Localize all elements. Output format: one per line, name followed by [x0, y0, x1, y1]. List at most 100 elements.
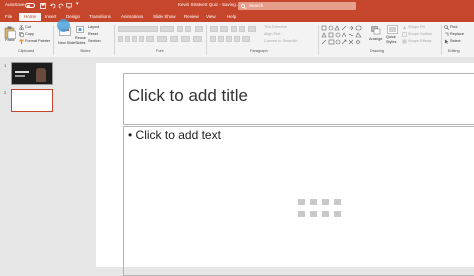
tab-design[interactable]: Design — [66, 14, 80, 19]
font-name-dropdown[interactable] — [118, 26, 158, 32]
autosave-toggle[interactable] — [25, 3, 35, 8]
new-slide-button[interactable]: New Slide — [58, 41, 75, 45]
shape-outline-button[interactable]: Shape Outline — [408, 32, 432, 36]
bold-icon[interactable] — [118, 36, 123, 42]
present-icon[interactable] — [66, 3, 72, 9]
format-painter-button[interactable]: Format Painter — [25, 39, 50, 43]
slide-thumbnail-1[interactable] — [11, 62, 53, 85]
shadow-icon[interactable] — [139, 36, 144, 42]
insert-3d-model-icon — [334, 199, 341, 205]
tab-home[interactable]: Home — [19, 13, 42, 21]
underline-icon[interactable] — [132, 36, 137, 42]
layout-button[interactable]: Layout — [88, 25, 99, 29]
cut-button[interactable]: Cut — [25, 25, 31, 29]
tab-slide-show[interactable]: Slide Show — [153, 14, 176, 19]
slide-thumbnails-pane: 1 2 — [0, 57, 92, 267]
slides-group-label: Slides — [80, 49, 91, 53]
title-placeholder[interactable]: Click to add title — [123, 73, 474, 125]
search-box[interactable]: Search — [238, 2, 356, 10]
align-center-icon[interactable] — [218, 36, 224, 42]
select-button[interactable]: Select — [450, 39, 461, 43]
paste-button[interactable]: Paste — [5, 38, 15, 42]
shape-effects-button[interactable]: Shape Effects — [408, 39, 432, 43]
bullets-icon[interactable] — [210, 26, 218, 32]
tab-animations[interactable]: Animations — [121, 14, 143, 19]
search-placeholder: Search — [249, 3, 264, 8]
arrange-button[interactable]: Arrange — [369, 37, 383, 41]
replace-button[interactable]: Replace — [450, 32, 464, 36]
line-spacing-icon[interactable] — [248, 26, 256, 32]
section-button[interactable]: Section — [88, 39, 101, 43]
find-button[interactable]: Find — [450, 25, 457, 29]
title-bar: AutoSave ▾ Kevin Stratvert Quiz - Saving… — [0, 0, 474, 12]
insert-icons-icon — [334, 211, 341, 217]
align-left-icon[interactable] — [210, 36, 216, 42]
tab-transitions[interactable]: Transitions — [89, 14, 111, 19]
tab-review[interactable]: Review — [184, 14, 199, 19]
qat-more-icon[interactable]: ▾ — [76, 1, 79, 7]
tab-insert[interactable]: Insert — [45, 14, 56, 19]
undo-icon[interactable] — [50, 3, 56, 9]
shape-effects-icon — [402, 39, 407, 44]
italic-icon[interactable] — [125, 36, 130, 42]
insert-smartart-icon — [322, 199, 329, 205]
font-group-label: Font — [156, 49, 164, 53]
shape-outline-icon — [402, 32, 407, 37]
columns-icon[interactable] — [242, 36, 250, 42]
font-color-icon[interactable] — [193, 36, 202, 42]
presenter-image — [36, 68, 46, 82]
content-placeholder[interactable]: • Click to add text — [123, 126, 474, 276]
tab-view[interactable]: View — [206, 14, 216, 19]
increase-indent-icon[interactable] — [239, 26, 245, 32]
strikethrough-icon[interactable] — [146, 36, 154, 42]
decrease-font-icon[interactable] — [185, 26, 191, 32]
cut-icon — [19, 25, 24, 30]
ribbon-home: Paste Cut Copy Format Painter Clipboard … — [0, 22, 474, 58]
clear-format-icon[interactable] — [195, 26, 203, 32]
change-case-icon[interactable] — [170, 36, 178, 42]
insert-video-icon — [322, 211, 329, 217]
search-icon — [241, 3, 246, 9]
font-size-dropdown[interactable] — [160, 26, 174, 32]
divider — [318, 25, 319, 55]
content-placeholder-text: Click to add text — [135, 128, 221, 142]
document-title: Kevin Stratvert Quiz - Saving... — [178, 2, 240, 7]
decrease-indent-icon[interactable] — [231, 26, 237, 32]
increase-font-icon[interactable] — [177, 26, 183, 32]
insert-online-picture-icon — [310, 211, 317, 217]
save-icon[interactable] — [40, 3, 46, 9]
align-right-icon[interactable] — [226, 36, 232, 42]
thumbnail-text-line — [15, 75, 25, 77]
slide-thumbnail-2[interactable] — [11, 89, 53, 112]
shape-fill-icon — [403, 26, 406, 29]
tab-help[interactable]: Help — [227, 14, 236, 19]
shape-fill-button[interactable]: Shape Fill — [408, 25, 425, 29]
divider — [206, 25, 207, 55]
convert-smartart-button[interactable]: Convert to SmartArt — [264, 39, 298, 43]
highlight-icon[interactable] — [181, 36, 190, 42]
numbering-icon[interactable] — [220, 26, 228, 32]
replace-icon — [445, 32, 449, 36]
reset-button[interactable]: Reset — [88, 32, 98, 36]
copy-button[interactable]: Copy — [25, 32, 34, 36]
divider — [441, 25, 442, 55]
slide-number: 1 — [4, 63, 7, 68]
text-direction-button[interactable]: Text Direction — [264, 25, 287, 29]
justify-icon[interactable] — [234, 36, 240, 42]
align-text-button[interactable]: Align Text — [264, 32, 280, 36]
shapes-gallery[interactable] — [321, 25, 365, 47]
redo-icon[interactable] — [58, 3, 64, 9]
copy-icon — [19, 32, 24, 37]
slide-canvas[interactable]: Click to add title • Click to add text — [96, 63, 474, 276]
reuse-slides-button[interactable]: Reuse Slides — [75, 36, 87, 46]
insert-chart-icon — [310, 199, 317, 205]
quick-styles-button[interactable]: Quick Styles — [386, 35, 398, 45]
tab-file[interactable]: File — [5, 14, 12, 19]
ribbon-tabs: File Home Insert Design Transitions Anim… — [0, 12, 474, 22]
thumbnail-text-line — [15, 71, 29, 73]
quick-styles-icon[interactable] — [387, 25, 398, 35]
paragraph-group-label: Paragraph — [250, 49, 268, 53]
arrange-icon[interactable] — [371, 26, 381, 35]
reuse-slides-icon[interactable] — [76, 26, 84, 34]
character-spacing-icon[interactable] — [157, 36, 167, 42]
